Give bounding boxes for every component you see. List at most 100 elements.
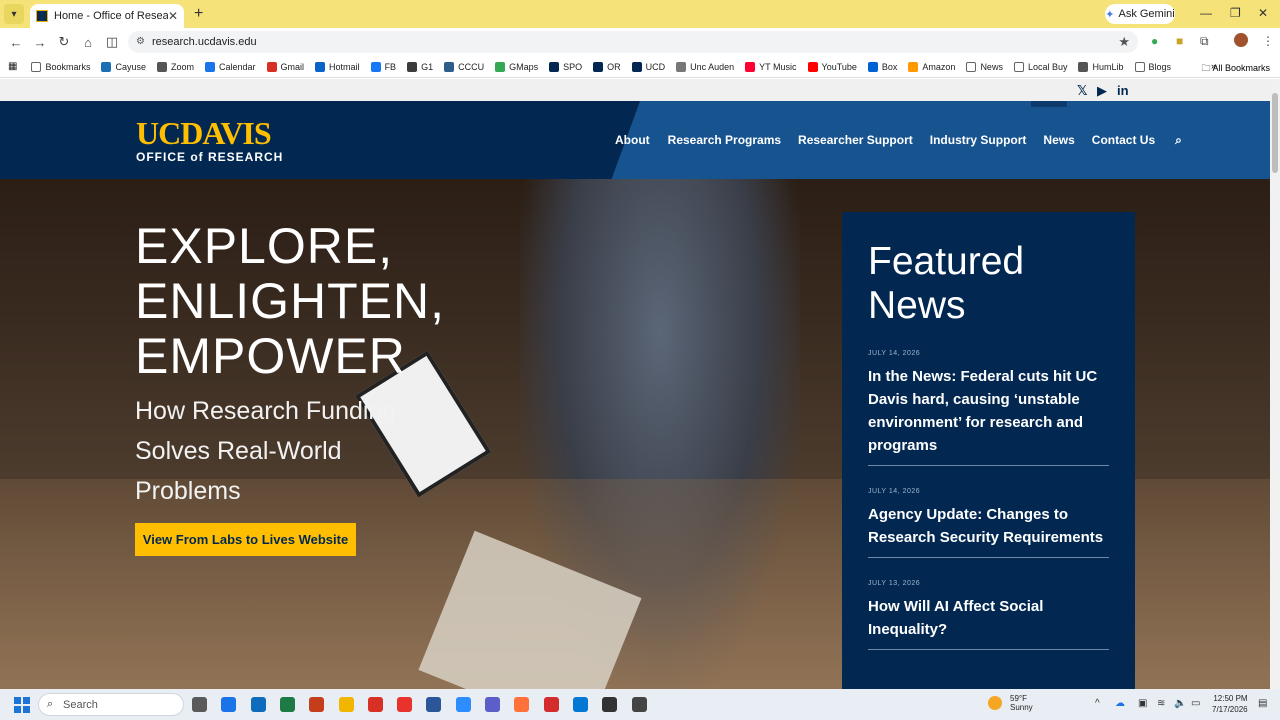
profile-avatar[interactable] [1234, 33, 1248, 47]
bookmark-item[interactable]: SPO [549, 61, 582, 72]
bookmark-item[interactable]: Calendar [205, 61, 256, 72]
bookmark-item[interactable]: G1 [407, 61, 433, 72]
ucdavis-logo[interactable]: UCDAVIS OFFICE of RESEARCH [136, 117, 283, 164]
tab-search-button[interactable]: ▾ [4, 4, 24, 24]
taskbar-app-icon[interactable] [397, 697, 413, 712]
search-icon[interactable]: ⌕ [1175, 133, 1182, 148]
apps-grid-icon[interactable]: ▦ [8, 61, 17, 72]
taskbar-clock[interactable]: 12:50 PM 7/17/2026 [1212, 693, 1248, 715]
bookmark-item[interactable]: Unc Auden [676, 61, 734, 72]
news-headline[interactable]: Agency Update: Changes to Research Secur… [868, 503, 1109, 549]
bookmark-star-icon[interactable]: ★ [1118, 34, 1130, 50]
bookmark-label: UCD [645, 61, 666, 72]
taskbar-app-icon[interactable] [455, 697, 471, 712]
taskbar-app-icon[interactable] [250, 697, 266, 712]
bookmark-item[interactable]: Box [867, 61, 897, 72]
sun-icon [988, 696, 1002, 710]
more-menu-icon[interactable]: ⋮ [1262, 34, 1274, 48]
bookmark-item[interactable]: UCD [631, 61, 666, 72]
bookmark-favicon-icon [266, 61, 277, 72]
home-icon[interactable]: ⌂ [76, 35, 100, 50]
extensions-icon[interactable]: ⧉ [1200, 34, 1209, 49]
network-status-icon[interactable]: ▣ [1138, 698, 1147, 709]
linkedin-social-icon[interactable]: in [1117, 83, 1129, 98]
taskbar-app-icon[interactable] [192, 697, 207, 712]
news-item[interactable]: JULY 13, 2026 How Will AI Affect Social … [868, 580, 1109, 650]
taskbar-app-icon[interactable] [338, 697, 354, 712]
battery-icon[interactable]: ▭ [1191, 698, 1200, 709]
forward-icon[interactable]: → [28, 35, 52, 50]
news-headline[interactable]: How Will AI Affect Social Inequality? [868, 595, 1109, 641]
notifications-icon[interactable]: ▤ [1258, 698, 1267, 709]
bookmark-item[interactable]: YouTube [807, 61, 857, 72]
extension-puzzle-alt-icon[interactable]: ■ [1176, 34, 1183, 48]
page-scrollbar[interactable] [1270, 79, 1280, 689]
minimize-icon[interactable]: — [1200, 6, 1212, 20]
tab-home[interactable]: Home - Office of Research ✕ [30, 4, 184, 28]
scrollbar-thumb[interactable] [1272, 93, 1278, 173]
bookmark-item[interactable]: Blogs [1134, 61, 1171, 72]
taskbar-app-icon[interactable] [602, 697, 618, 712]
taskbar-app-icon[interactable] [543, 697, 559, 712]
bookmark-item[interactable]: HumLib [1078, 61, 1124, 72]
bookmark-item[interactable]: YT Music [745, 61, 797, 72]
nav-researcher-support[interactable]: Researcher Support [798, 133, 913, 148]
new-tab-button[interactable]: + [194, 5, 203, 23]
youtube-social-icon[interactable]: ▶ [1097, 83, 1107, 99]
close-window-icon[interactable]: ✕ [1258, 6, 1268, 20]
taskbar-app-icon[interactable] [572, 697, 588, 712]
nav-news[interactable]: News [1043, 133, 1074, 148]
bookmark-item[interactable]: GMaps [495, 61, 538, 72]
back-icon[interactable]: ← [4, 35, 28, 50]
bookmark-item[interactable]: Cayuse [101, 61, 146, 72]
ask-gemini-button[interactable]: ✦ Ask Gemini [1105, 4, 1175, 24]
all-bookmarks-folder[interactable]: 🗀 All Bookmarks [1201, 61, 1270, 77]
extension-icon[interactable]: ● [1151, 34, 1158, 48]
tray-overflow-icon[interactable]: ^ [1095, 698, 1100, 709]
bookmark-label: FB [384, 61, 397, 72]
bookmark-item[interactable]: Local Buy [1013, 61, 1067, 72]
taskbar-app-icon[interactable] [426, 697, 442, 712]
nav-about[interactable]: About [615, 133, 650, 148]
nav-research-programs[interactable]: Research Programs [668, 133, 781, 148]
taskbar-app-icon[interactable] [631, 697, 647, 712]
labs-to-lives-button[interactable]: View From Labs to Lives Website [135, 523, 356, 556]
news-item[interactable]: JULY 14, 2026 Agency Update: Changes to … [868, 488, 1109, 558]
nav-industry-support[interactable]: Industry Support [930, 133, 1027, 148]
news-headline[interactable]: In the News: Federal cuts hit UC Davis h… [868, 365, 1109, 457]
bookmark-item[interactable]: Gmail [266, 61, 304, 72]
x-social-icon[interactable]: 𝕏 [1077, 83, 1087, 99]
taskbar-app-icon[interactable] [514, 697, 530, 712]
weather-widget[interactable]: 59°F Sunny [988, 694, 1033, 712]
bookmark-item[interactable]: Bookmarks [31, 61, 90, 72]
volume-icon[interactable]: 🔈 [1174, 698, 1186, 709]
onedrive-icon[interactable]: ☁ [1115, 698, 1125, 709]
windows-start-icon[interactable] [14, 697, 30, 713]
reload-icon[interactable]: ↻ [52, 34, 76, 50]
nav-contact-us[interactable]: Contact Us [1092, 133, 1155, 148]
bookmark-item[interactable]: News [966, 61, 1003, 72]
maximize-icon[interactable]: ❐ [1230, 6, 1241, 20]
bookmark-item[interactable]: CCCU [444, 61, 484, 72]
taskbar-app-icon[interactable] [221, 697, 237, 712]
taskbar-app-icon[interactable] [367, 697, 383, 712]
wifi-icon[interactable]: ≋ [1157, 698, 1165, 709]
news-item[interactable]: JULY 14, 2026 In the News: Federal cuts … [868, 350, 1109, 466]
taskbar-app-icon[interactable] [309, 697, 325, 712]
bookmark-item[interactable]: OR [593, 61, 621, 72]
bookmark-favicon-icon [444, 61, 455, 72]
bookmark-favicon-icon [370, 61, 381, 72]
site-info-icon[interactable]: ⚙ [136, 36, 145, 47]
bookmark-item[interactable]: FB [370, 61, 397, 72]
bookmark-label: News [980, 61, 1003, 72]
taskbar-app-icon[interactable] [485, 697, 500, 712]
taskbar-search-input[interactable]: ⌕ Search [38, 693, 184, 716]
close-tab-icon[interactable]: ✕ [168, 9, 178, 23]
url-input[interactable]: ⚙ research.ucdavis.edu ★ [128, 31, 1138, 53]
taskbar-app-icon[interactable] [279, 697, 295, 712]
bookmark-item[interactable]: Zoom [156, 61, 194, 72]
bookmarks-bar: ▦ Bookmarks Cayuse Zoom Calendar Gmail Hotmai… [0, 56, 1280, 78]
bookmark-item[interactable]: Hotmail [315, 61, 360, 72]
split-view-icon[interactable]: ◫ [100, 34, 124, 50]
bookmark-item[interactable]: Amazon [908, 61, 955, 72]
